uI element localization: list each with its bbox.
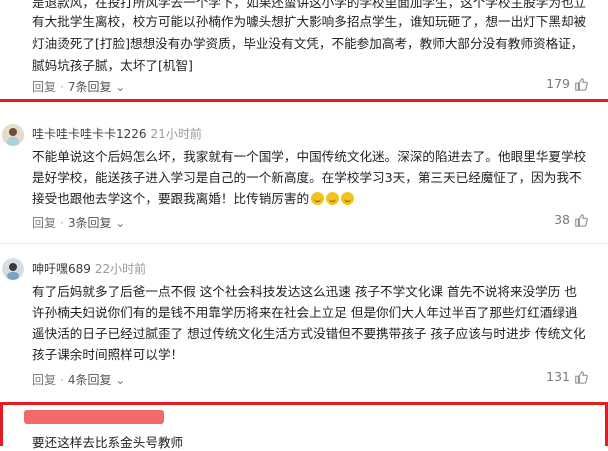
avatar[interactable] xyxy=(2,258,24,280)
like-count: 179 xyxy=(546,76,570,91)
reply-button[interactable]: 回复 xyxy=(32,80,56,94)
like-count: 131 xyxy=(546,369,570,384)
chevron-down-icon[interactable]: ⌄ xyxy=(111,80,125,94)
thumbs-up-icon xyxy=(575,370,588,384)
redacted-username xyxy=(24,410,164,424)
view-replies-link[interactable]: 4条回复 xyxy=(68,373,112,387)
comment-text-line: 遥快活的日子已经过腻歪了 想过传统文化生活方式没错但不要携带孩子 孩子应该与时进… xyxy=(32,326,586,341)
separator-dot: · xyxy=(60,80,64,94)
comment-text-line: 许孙楠夫妇说你们有的是钱不用靠学历将来在社会上立足 但是你们大人年过半百了那些灯… xyxy=(32,305,578,320)
like-button[interactable]: 179 xyxy=(546,76,588,91)
thumbs-up-icon xyxy=(575,213,588,227)
avatar[interactable] xyxy=(2,124,24,146)
comment-text-line: 不能单说这个后妈怎么坏，我家就有一个国学，中国传统文化迷。深深的陷进去了。他眼里… xyxy=(32,149,587,164)
comment-text: 接受也跟他去学这个，要跟我离婚！比传销厉害的 xyxy=(32,191,310,206)
comment-author[interactable]: 哇卡哇卡哇卡卡1226 21小时前 xyxy=(32,125,202,142)
grin-emoji-icon xyxy=(311,192,325,205)
timestamp: 21小时前 xyxy=(150,127,202,141)
reply-button[interactable]: 回复 xyxy=(32,216,56,230)
comment-text-line: 是好学校，能送孩子进入学习是自己的一个新高度。在学校学习3天，第三天已经魔怔了，… xyxy=(32,170,582,185)
grin-emoji-icon xyxy=(326,192,340,205)
comment-text-line: 灯油烫死了[打脸]想想没有办学资质，毕业没有文凭，不能参加高考，教师大部分没有教… xyxy=(32,36,584,51)
reply-button[interactable]: 回复 xyxy=(32,373,56,387)
comment-text-line: 腻妈坑孩子腻，太坏了[机智] xyxy=(32,58,193,73)
separator-dot: · xyxy=(60,216,64,230)
view-replies-link[interactable]: 3条回复 xyxy=(68,216,112,230)
username[interactable]: 呻吁嘿689 xyxy=(32,262,91,276)
highlight-divider xyxy=(0,99,608,102)
like-count: 38 xyxy=(554,212,570,227)
thumbs-up-icon xyxy=(575,77,588,91)
comment-text-line: 孩子课余时间照样可以学！ xyxy=(32,347,184,362)
comment-actions: 回复 · 3条回复 ⌄ xyxy=(32,214,125,231)
chevron-down-icon[interactable]: ⌄ xyxy=(111,216,125,230)
chevron-down-icon[interactable]: ⌄ xyxy=(111,373,125,387)
comment-text-line: 接受也跟他去学这个，要跟我离婚！比传销厉害的 xyxy=(32,188,598,210)
like-button[interactable]: 131 xyxy=(546,369,588,384)
timestamp: 22小时前 xyxy=(94,262,147,276)
comment-actions: 回复 · 7条回复 ⌄ xyxy=(32,78,125,95)
comment-text-line: 要还这样去比系金头号教师 xyxy=(32,435,184,450)
username[interactable]: 哇卡哇卡哇卡卡1226 xyxy=(32,127,147,141)
comment-text-line: 有了后妈就多了后爸一点不假 这个社会科技发达这么迅速 孩子不学文化课 首先不说将… xyxy=(32,284,577,299)
view-replies-link[interactable]: 7条回复 xyxy=(68,80,112,94)
comment-actions: 回复 · 4条回复 ⌄ xyxy=(32,371,125,388)
comment-author[interactable]: 呻吁嘿689 22小时前 xyxy=(32,260,146,277)
comment-text-line: 有大批学生离校，校方可能以孙楠作为噱头想扩大影响多招点学生，谁知玩砸了，想一出灯… xyxy=(32,14,587,29)
like-button[interactable]: 38 xyxy=(554,212,588,227)
comment-divider xyxy=(0,243,608,244)
separator-dot: · xyxy=(60,373,64,387)
grin-emoji-icon xyxy=(341,192,355,205)
